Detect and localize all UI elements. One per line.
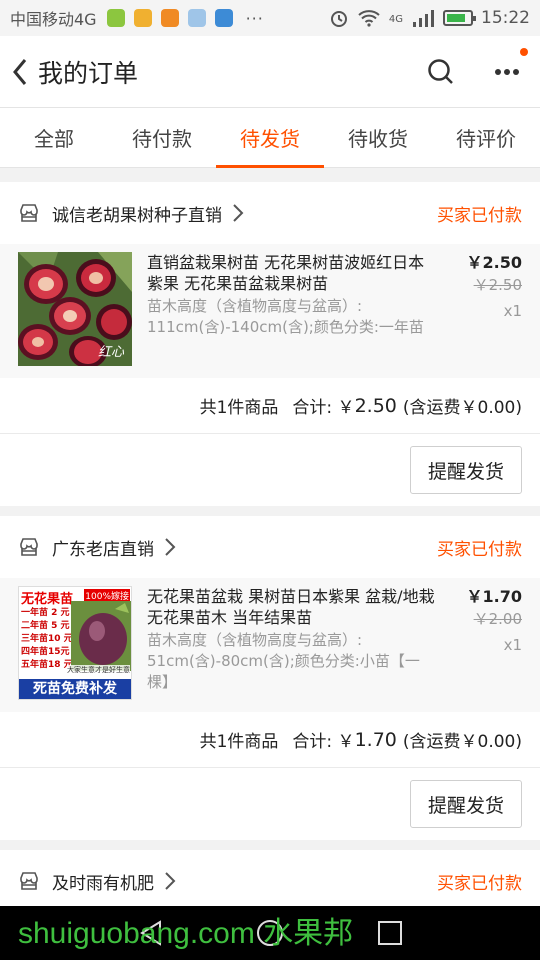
order-summary: 共1件商品 合计: ￥ 1.70 (含运费￥0.00) [0, 712, 540, 768]
tab-pending-review[interactable]: 待评价 [432, 108, 540, 167]
page-title: 我的订单 [38, 58, 139, 88]
shop-icon [20, 872, 38, 890]
thumbnail-title: 无花果苗 [21, 592, 74, 607]
order-status: 买家已付款 [437, 873, 522, 894]
chevron-right-icon [233, 204, 244, 222]
app-notification-icon [106, 9, 125, 27]
order-item[interactable]: 无花果苗 100%嫁接 一年苗 2 元 二年苗 5 元 三年苗10 元 四年苗1… [0, 578, 540, 712]
chevron-right-icon [165, 872, 176, 890]
product-spec: 苗木高度（含植物高度与盆高）: 51cm(含)-80cm(含);颜色分类:小苗【… [147, 631, 420, 691]
shop-name: 诚信老胡果树种子直销 [52, 205, 222, 226]
product-thumbnail: 红心 [18, 252, 132, 366]
app-notification-icon [214, 9, 233, 27]
order-card: 诚信老胡果树种子直销 买家已付款 红心 直销盆栽果树苗 无花果树苗波姬红日本紫果… [0, 182, 540, 506]
tab-pending-shipment[interactable]: 待发货 [216, 108, 324, 168]
shop-name: 及时雨有机肥 [52, 873, 154, 894]
app-notification-icon [187, 9, 206, 27]
status-bar: 中国移动4G ··· 4G 15:22 [0, 0, 540, 36]
thumbnail-price-line: 二年苗 5 元 [21, 621, 70, 631]
app-header: 我的订单 [0, 36, 540, 108]
original-price: ￥2.00 [473, 610, 522, 628]
more-notifications-indicator: ··· [245, 8, 264, 28]
shop-name: 广东老店直销 [52, 539, 154, 560]
thumbnail-side-text: 大家生意才是好生意 [67, 665, 130, 675]
search-button[interactable] [408, 36, 474, 108]
summary-shipping: (含运费￥0.00) [402, 398, 522, 418]
product-thumbnail: 无花果苗 100%嫁接 一年苗 2 元 二年苗 5 元 三年苗10 元 四年苗1… [18, 586, 132, 700]
order-actions: 提醒发货 [0, 768, 540, 840]
carrier-label: 中国移动4G [10, 10, 97, 29]
fig-fruit-image [71, 601, 131, 671]
search-icon [428, 58, 453, 84]
clock: 15:22 [481, 8, 530, 28]
original-price: ￥2.50 [473, 276, 522, 294]
summary-count: 共1件商品 [199, 732, 279, 752]
order-status: 买家已付款 [437, 205, 522, 226]
app-notification-icon [133, 9, 152, 27]
more-dots-icon [495, 68, 519, 75]
tab-pending-payment[interactable]: 待付款 [108, 108, 216, 167]
alarm-icon [330, 11, 347, 27]
tab-all[interactable]: 全部 [0, 108, 108, 167]
chevron-left-icon [13, 58, 27, 85]
product-spec: 苗木高度（含植物高度与盆高）: 111cm(含)-140cm(含);颜色分类:一… [147, 297, 424, 336]
order-status: 买家已付款 [437, 539, 522, 560]
order-tabs: 全部 待付款 待发货 待收货 待评价 [0, 108, 540, 168]
shop-header[interactable]: 及时雨有机肥 买家已付款 [0, 850, 540, 912]
summary-shipping: (含运费￥0.00) [402, 732, 522, 752]
summary-label: 合计: ￥ [292, 398, 355, 418]
product-quantity: x1 [503, 302, 522, 320]
product-price: ￥1.70 [466, 587, 522, 606]
product-title: 直销盆栽果树苗 无花果树苗波姬红日本紫果 无花果苗盆栽果树苗 [147, 253, 425, 293]
product-price: ￥2.50 [466, 253, 522, 272]
network-type-label: 4G [388, 14, 403, 25]
remind-shipment-button[interactable]: 提醒发货 [410, 780, 522, 828]
thumbnail-footer: 死苗免费补发 [19, 679, 131, 699]
shop-header[interactable]: 诚信老胡果树种子直销 买家已付款 [0, 182, 540, 244]
order-summary: 共1件商品 合计: ￥ 2.50 (含运费￥0.00) [0, 378, 540, 434]
chevron-right-icon [165, 538, 176, 556]
back-button[interactable] [2, 36, 38, 108]
shop-icon [20, 204, 38, 222]
shop-icon [20, 538, 38, 556]
app-notification-icon [160, 9, 179, 27]
thumbnail-price-line: 一年苗 2 元 [21, 608, 70, 618]
wifi-icon [358, 10, 380, 27]
notification-dot [520, 47, 528, 56]
nav-recents-icon[interactable] [375, 918, 405, 948]
battery-icon [443, 10, 476, 26]
thumbnail-price-list: 一年苗 2 元 二年苗 5 元 三年苗10 元 四年苗15元 五年苗18 元 [21, 607, 73, 672]
order-actions: 提醒发货 [0, 434, 540, 506]
signal-icon [413, 10, 434, 27]
thumbnail-price-line: 四年苗15元 [21, 647, 70, 657]
shop-header[interactable]: 广东老店直销 买家已付款 [0, 516, 540, 578]
summary-count: 共1件商品 [199, 398, 279, 418]
thumbnail-price-line: 三年苗10 元 [21, 634, 73, 644]
order-item[interactable]: 红心 直销盆栽果树苗 无花果树苗波姬红日本紫果 无花果苗盆栽果树苗 苗木高度（含… [0, 244, 540, 378]
thumbnail-price-line: 五年苗18 元 [21, 660, 73, 670]
order-card: 及时雨有机肥 买家已付款 [0, 850, 540, 906]
remind-shipment-button[interactable]: 提醒发货 [410, 446, 522, 494]
product-quantity: x1 [503, 636, 522, 654]
summary-label: 合计: ￥ [292, 732, 355, 752]
tab-pending-receipt[interactable]: 待收货 [324, 108, 432, 167]
product-title: 无花果苗盆栽 果树苗日本紫果 盆栽/地栽无花果苗木 当年结果苗 [147, 587, 435, 627]
more-button[interactable] [474, 36, 540, 108]
thumbnail-caption: 红心 [97, 345, 124, 360]
summary-total: 2.50 [354, 394, 397, 417]
watermark: shuiguobang.com 水果邦 [18, 917, 354, 950]
summary-total: 1.70 [354, 728, 397, 751]
order-card: 广东老店直销 买家已付款 无花果苗 100%嫁接 一年苗 2 元 二年苗 5 元… [0, 516, 540, 840]
